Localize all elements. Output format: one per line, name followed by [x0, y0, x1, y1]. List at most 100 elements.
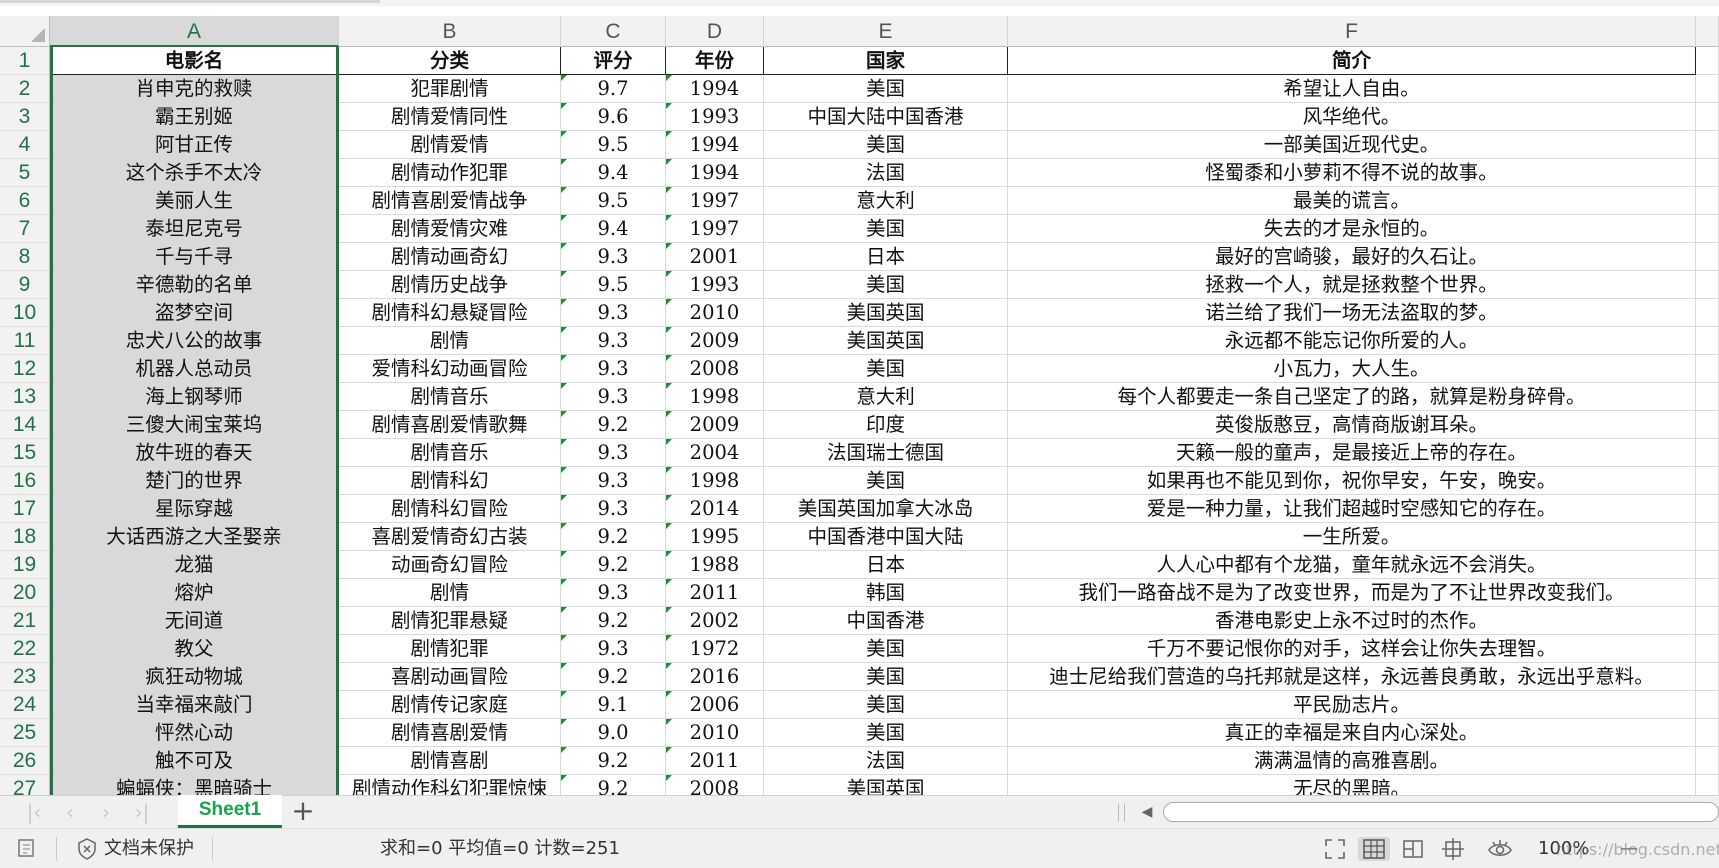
table-cell[interactable]: 剧情喜剧爱情	[339, 719, 561, 747]
eye-protection-icon[interactable]	[1487, 837, 1513, 861]
table-cell[interactable]: 疯狂动物城	[50, 663, 339, 691]
table-cell[interactable]: 千与千寻	[50, 243, 339, 271]
table-cell[interactable]: 2008	[666, 775, 764, 795]
empty-cell[interactable]	[1696, 691, 1719, 719]
table-cell[interactable]: 每个人都要走一条自己坚定了的路，就算是粉身碎骨。	[1008, 383, 1696, 411]
table-cell[interactable]: 中国大陆中国香港	[764, 103, 1008, 131]
table-cell[interactable]: 肖申克的救赎	[50, 75, 339, 103]
table-cell[interactable]: 9.0	[561, 719, 666, 747]
table-cell[interactable]: 2010	[666, 719, 764, 747]
table-cell[interactable]: 一生所爱。	[1008, 523, 1696, 551]
table-cell[interactable]: 美国	[764, 719, 1008, 747]
table-cell[interactable]: 日本	[764, 551, 1008, 579]
table-cell[interactable]: 美国	[764, 215, 1008, 243]
column-header-b[interactable]: B	[339, 16, 561, 47]
table-cell[interactable]: 楚门的世界	[50, 467, 339, 495]
table-cell[interactable]: 印度	[764, 411, 1008, 439]
table-cell[interactable]: 美国	[764, 75, 1008, 103]
empty-cell[interactable]	[1696, 411, 1719, 439]
table-cell[interactable]: 9.3	[561, 467, 666, 495]
table-cell[interactable]: 平民励志片。	[1008, 691, 1696, 719]
table-cell[interactable]: 9.3	[561, 495, 666, 523]
table-cell[interactable]: 最好的宫崎骏，最好的久石让。	[1008, 243, 1696, 271]
empty-cell[interactable]	[1696, 663, 1719, 691]
table-cell[interactable]: 拯救一个人，就是拯救整个世界。	[1008, 271, 1696, 299]
table-cell[interactable]: 1995	[666, 523, 764, 551]
column-header-e[interactable]: E	[764, 16, 1008, 47]
table-cell[interactable]: 剧情动作犯罪	[339, 159, 561, 187]
empty-cell[interactable]	[1696, 187, 1719, 215]
table-cell[interactable]: 辛德勒的名单	[50, 271, 339, 299]
row-header[interactable]: 25	[0, 719, 50, 747]
table-cell[interactable]: 爱是一种力量，让我们超越时空感知它的存在。	[1008, 495, 1696, 523]
table-cell[interactable]: 剧情传记家庭	[339, 691, 561, 719]
add-sheet-button[interactable]: +	[288, 797, 318, 826]
table-cell[interactable]: 美丽人生	[50, 187, 339, 215]
table-cell[interactable]: 真正的幸福是来自内心深处。	[1008, 719, 1696, 747]
table-cell[interactable]: 1972	[666, 635, 764, 663]
table-cell[interactable]: 海上钢琴师	[50, 383, 339, 411]
table-cell[interactable]: 意大利	[764, 383, 1008, 411]
table-cell[interactable]: 剧情动画奇幻	[339, 243, 561, 271]
table-cell[interactable]: 风华绝代。	[1008, 103, 1696, 131]
table-cell[interactable]: 9.3	[561, 243, 666, 271]
table-cell[interactable]: 9.2	[561, 523, 666, 551]
page-break-view-icon[interactable]	[1400, 837, 1426, 861]
table-cell[interactable]: 剧情	[339, 579, 561, 607]
table-cell[interactable]: 如果再也不能见到你，祝你早安，午安，晚安。	[1008, 467, 1696, 495]
horizontal-scrollbar[interactable]	[1163, 802, 1719, 822]
empty-cell[interactable]	[1696, 523, 1719, 551]
row-header[interactable]: 20	[0, 579, 50, 607]
table-cell[interactable]: 剧情历史战争	[339, 271, 561, 299]
empty-cell[interactable]	[1696, 467, 1719, 495]
table-cell[interactable]: 怪蜀黍和小萝莉不得不说的故事。	[1008, 159, 1696, 187]
table-cell[interactable]: 龙猫	[50, 551, 339, 579]
header-cell[interactable]: 年份	[666, 47, 764, 75]
empty-cell[interactable]	[1696, 327, 1719, 355]
table-cell[interactable]: 香港电影史上永不过时的杰作。	[1008, 607, 1696, 635]
row-header[interactable]: 14	[0, 411, 50, 439]
table-cell[interactable]: 动画奇幻冒险	[339, 551, 561, 579]
table-cell[interactable]: 日本	[764, 243, 1008, 271]
row-header[interactable]: 7	[0, 215, 50, 243]
table-cell[interactable]: 1997	[666, 187, 764, 215]
row-header[interactable]: 18	[0, 523, 50, 551]
table-cell[interactable]: 中国香港	[764, 607, 1008, 635]
table-cell[interactable]: 永远都不能忘记你所爱的人。	[1008, 327, 1696, 355]
table-cell[interactable]: 2004	[666, 439, 764, 467]
fullscreen-icon[interactable]	[1322, 837, 1348, 861]
empty-cell[interactable]	[1696, 383, 1719, 411]
table-cell[interactable]: 美国英国	[764, 327, 1008, 355]
row-header[interactable]: 3	[0, 103, 50, 131]
table-cell[interactable]: 剧情犯罪悬疑	[339, 607, 561, 635]
row-header[interactable]: 1	[0, 47, 50, 75]
table-cell[interactable]: 无尽的黑暗。	[1008, 775, 1696, 795]
table-cell[interactable]: 英俊版憨豆，高情商版谢耳朵。	[1008, 411, 1696, 439]
table-cell[interactable]: 剧情音乐	[339, 383, 561, 411]
table-cell[interactable]: 9.5	[561, 131, 666, 159]
table-cell[interactable]: 2011	[666, 747, 764, 775]
table-cell[interactable]: 剧情科幻冒险	[339, 495, 561, 523]
table-cell[interactable]: 法国	[764, 159, 1008, 187]
table-cell[interactable]: 剧情喜剧爱情战争	[339, 187, 561, 215]
table-cell[interactable]: 9.3	[561, 579, 666, 607]
table-cell[interactable]: 2002	[666, 607, 764, 635]
row-header[interactable]: 4	[0, 131, 50, 159]
table-cell[interactable]: 9.3	[561, 439, 666, 467]
empty-cell[interactable]	[1696, 439, 1719, 467]
table-cell[interactable]: 9.3	[561, 355, 666, 383]
reading-view-icon[interactable]	[1440, 837, 1466, 861]
table-cell[interactable]: 中国香港中国大陆	[764, 523, 1008, 551]
empty-cell[interactable]	[1696, 103, 1719, 131]
table-cell[interactable]: 盗梦空间	[50, 299, 339, 327]
empty-cell[interactable]	[1696, 47, 1719, 75]
table-cell[interactable]: 1994	[666, 131, 764, 159]
table-cell[interactable]: 9.5	[561, 187, 666, 215]
table-cell[interactable]: 1993	[666, 103, 764, 131]
row-header[interactable]: 27	[0, 775, 50, 795]
table-cell[interactable]: 1998	[666, 467, 764, 495]
protection-status[interactable]: 文档未保护	[104, 838, 194, 860]
table-cell[interactable]: 触不可及	[50, 747, 339, 775]
empty-cell[interactable]	[1696, 775, 1719, 795]
table-cell[interactable]: 美国	[764, 467, 1008, 495]
